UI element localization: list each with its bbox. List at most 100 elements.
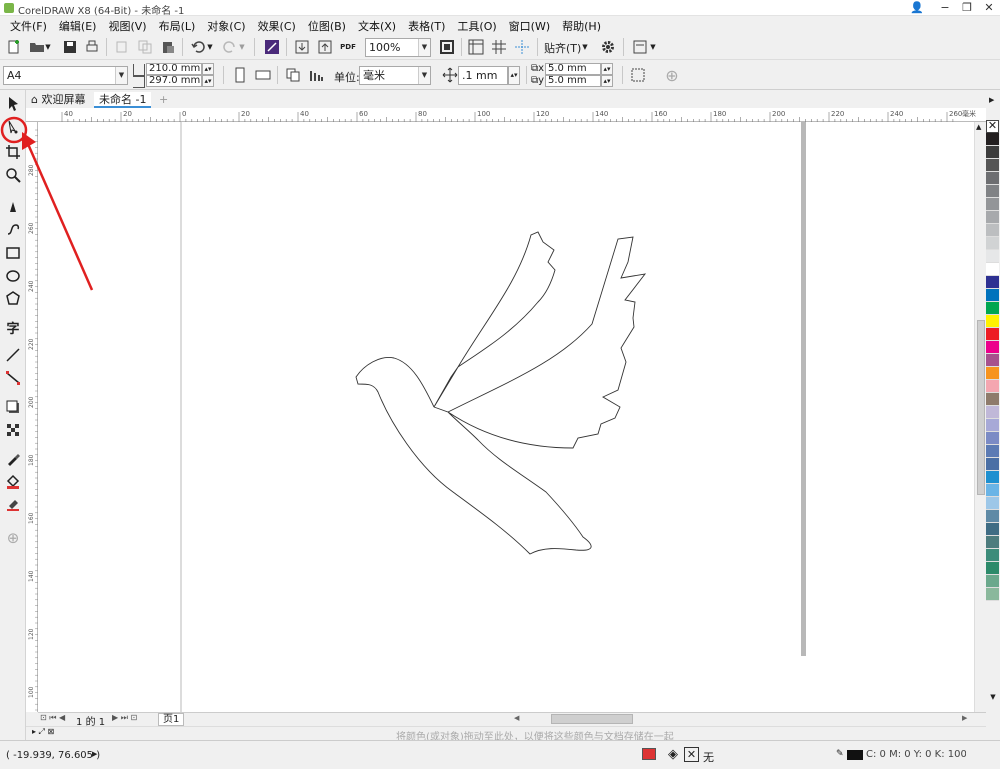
- color-swatch[interactable]: [986, 406, 999, 419]
- color-swatch[interactable]: [986, 588, 999, 601]
- menu-help[interactable]: 帮助(H): [556, 16, 607, 34]
- color-swatch[interactable]: [986, 471, 999, 484]
- drop-shadow-tool-icon[interactable]: [3, 397, 23, 417]
- save-icon[interactable]: [60, 37, 80, 57]
- color-swatch[interactable]: [986, 302, 999, 315]
- color-swatch[interactable]: [986, 575, 999, 588]
- close-button[interactable]: ✕: [978, 0, 1000, 16]
- color-swatch[interactable]: [986, 484, 999, 497]
- palette-scroll-right-icon[interactable]: ▶: [989, 96, 994, 104]
- connector-tool-icon[interactable]: [3, 368, 23, 388]
- color-swatch[interactable]: [986, 393, 999, 406]
- page-tab-1[interactable]: 页1: [158, 713, 185, 726]
- color-swatch[interactable]: [986, 523, 999, 536]
- print-icon[interactable]: [82, 37, 102, 57]
- chevron-down-icon[interactable]: ▼: [115, 67, 127, 84]
- launcher-dropdown-chevron-icon[interactable]: ▼: [648, 37, 658, 57]
- color-swatch[interactable]: [986, 315, 999, 328]
- duplicate-y-input[interactable]: 5.0 mm: [545, 75, 601, 87]
- minimize-button[interactable]: −: [934, 0, 956, 16]
- show-rulers-icon[interactable]: [466, 37, 486, 57]
- color-swatch[interactable]: [986, 458, 999, 471]
- color-swatch[interactable]: [986, 172, 999, 185]
- horizontal-scroll-thumb[interactable]: [551, 714, 633, 724]
- color-swatch[interactable]: [986, 237, 999, 250]
- dup-y-spin-icon[interactable]: ▴▾: [601, 75, 613, 87]
- drawing-canvas[interactable]: [38, 122, 974, 712]
- color-swatch[interactable]: [986, 367, 999, 380]
- open-dropdown-chevron-icon[interactable]: ▼: [43, 37, 53, 57]
- transparency-tool-icon[interactable]: [3, 420, 23, 440]
- menu-edit[interactable]: 编辑(E): [53, 16, 103, 34]
- no-color-swatch-icon[interactable]: ✕: [986, 120, 999, 133]
- unit-combo[interactable]: 毫米 ▼: [359, 66, 431, 85]
- color-swatch[interactable]: [986, 185, 999, 198]
- portrait-icon[interactable]: [230, 65, 250, 85]
- color-swatch[interactable]: [986, 536, 999, 549]
- copy-icon[interactable]: [135, 37, 155, 57]
- color-swatch[interactable]: [986, 419, 999, 432]
- menu-text[interactable]: 文本(X): [352, 16, 402, 34]
- color-swatch[interactable]: [986, 159, 999, 172]
- color-swatch[interactable]: [986, 445, 999, 458]
- help-icon[interactable]: 👤: [906, 0, 928, 16]
- color-swatch[interactable]: [986, 328, 999, 341]
- undo-dropdown-chevron-icon[interactable]: ▼: [205, 37, 215, 57]
- menu-file[interactable]: 文件(F): [4, 16, 53, 34]
- status-expand-icon[interactable]: ▶: [92, 750, 97, 758]
- page-nav-first-icon[interactable]: ⊡ ⏮ ◀: [40, 713, 65, 723]
- menu-bitmap[interactable]: 位图(B): [302, 16, 352, 34]
- page-width-input[interactable]: 210.0 mm: [146, 63, 202, 75]
- scroll-up-icon[interactable]: ▲: [976, 123, 981, 131]
- color-swatch[interactable]: [986, 146, 999, 159]
- color-swatch[interactable]: [986, 198, 999, 211]
- menu-view[interactable]: 视图(V): [102, 16, 152, 34]
- color-swatch[interactable]: [986, 549, 999, 562]
- nudge-spin-icon[interactable]: ▴▾: [508, 66, 520, 85]
- dup-x-spin-icon[interactable]: ▴▾: [601, 63, 613, 75]
- customize-toolbox-plus-icon[interactable]: ⊕: [3, 528, 23, 548]
- color-swatch[interactable]: [986, 211, 999, 224]
- color-swatch[interactable]: [986, 133, 999, 146]
- color-swatch[interactable]: [986, 289, 999, 302]
- color-swatch[interactable]: [986, 276, 999, 289]
- snap-to-button[interactable]: 贴齐(T): [544, 40, 581, 56]
- cut-icon[interactable]: [112, 37, 132, 57]
- export-icon[interactable]: [315, 37, 335, 57]
- dove-outline[interactable]: [355, 231, 647, 555]
- palette-scroll-down-icon[interactable]: ▼: [986, 693, 1000, 705]
- tab-untitled-1[interactable]: 未命名 -1: [94, 92, 152, 108]
- interactive-fill-tool-icon[interactable]: [3, 472, 23, 492]
- publish-pdf-icon[interactable]: PDF: [338, 37, 358, 57]
- width-spin-icon[interactable]: ▴▾: [202, 63, 214, 75]
- menu-layout[interactable]: 布局(L): [153, 16, 202, 34]
- smart-fill-tool-icon[interactable]: [3, 494, 23, 514]
- add-plus-icon[interactable]: ⊕: [662, 65, 682, 85]
- page-nav-next-icon[interactable]: ▶ ⏭ ⊡: [112, 713, 137, 723]
- menu-object[interactable]: 对象(C): [201, 16, 251, 34]
- color-swatch[interactable]: [986, 263, 999, 276]
- current-page-icon[interactable]: [306, 65, 326, 85]
- duplicate-x-input[interactable]: 5.0 mm: [545, 63, 601, 75]
- paste-icon[interactable]: [158, 37, 178, 57]
- chevron-down-icon[interactable]: ▼: [418, 39, 430, 56]
- outline-color-swatch[interactable]: [847, 750, 863, 760]
- all-pages-icon[interactable]: [283, 65, 303, 85]
- document-palette-tools-icon[interactable]: ▸ ⤢ ⊠: [32, 727, 54, 737]
- color-swatch[interactable]: [986, 510, 999, 523]
- fill-none-swatch-icon[interactable]: ✕: [684, 747, 699, 762]
- vertical-scroll-thumb[interactable]: [977, 320, 985, 495]
- hscroll-left-icon[interactable]: ◀: [514, 714, 519, 722]
- eyedropper-tool-icon[interactable]: [3, 449, 23, 469]
- page-size-combo[interactable]: A4 ▼: [3, 66, 128, 85]
- application-launcher-icon[interactable]: [630, 37, 650, 57]
- height-spin-icon[interactable]: ▴▾: [202, 75, 214, 87]
- menu-effects[interactable]: 效果(C): [252, 16, 302, 34]
- color-swatch[interactable]: [986, 380, 999, 393]
- show-guidelines-icon[interactable]: [512, 37, 532, 57]
- search-content-icon[interactable]: [262, 37, 282, 57]
- color-swatch[interactable]: [986, 341, 999, 354]
- new-tab-button[interactable]: +: [154, 92, 173, 108]
- menu-tools[interactable]: 工具(O): [451, 16, 502, 34]
- show-grid-icon[interactable]: [489, 37, 509, 57]
